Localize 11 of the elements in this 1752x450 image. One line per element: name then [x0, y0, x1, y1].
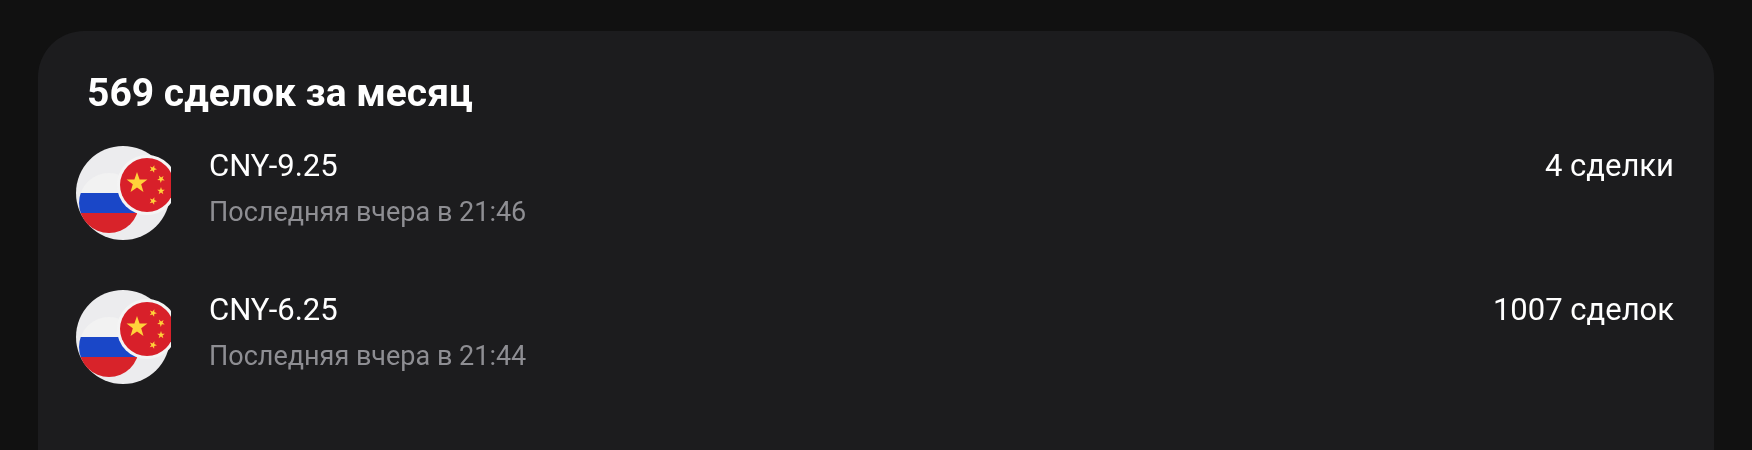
flag-pair-icon [75, 145, 171, 241]
pair-name: CNY-6.25 [209, 291, 339, 329]
last-deal-time: Последняя вчера в 21:44 [209, 339, 528, 373]
deal-row[interactable]: CNY-6.25 Последняя вчера в 21:44 1007 сделок [75, 287, 1674, 387]
deal-count: 1007 сделок [1492, 290, 1674, 329]
pair-name: CNY-9.25 [209, 147, 339, 185]
deal-row[interactable]: CNY-9.25 Последняя вчера в 21:46 4 сделки [75, 143, 1674, 243]
flag-pair-icon [75, 289, 171, 385]
last-deal-time: Последняя вчера в 21:46 [209, 195, 528, 229]
deal-count: 4 сделки [1544, 146, 1674, 185]
card-title: 569 сделок за месяц [87, 69, 474, 118]
